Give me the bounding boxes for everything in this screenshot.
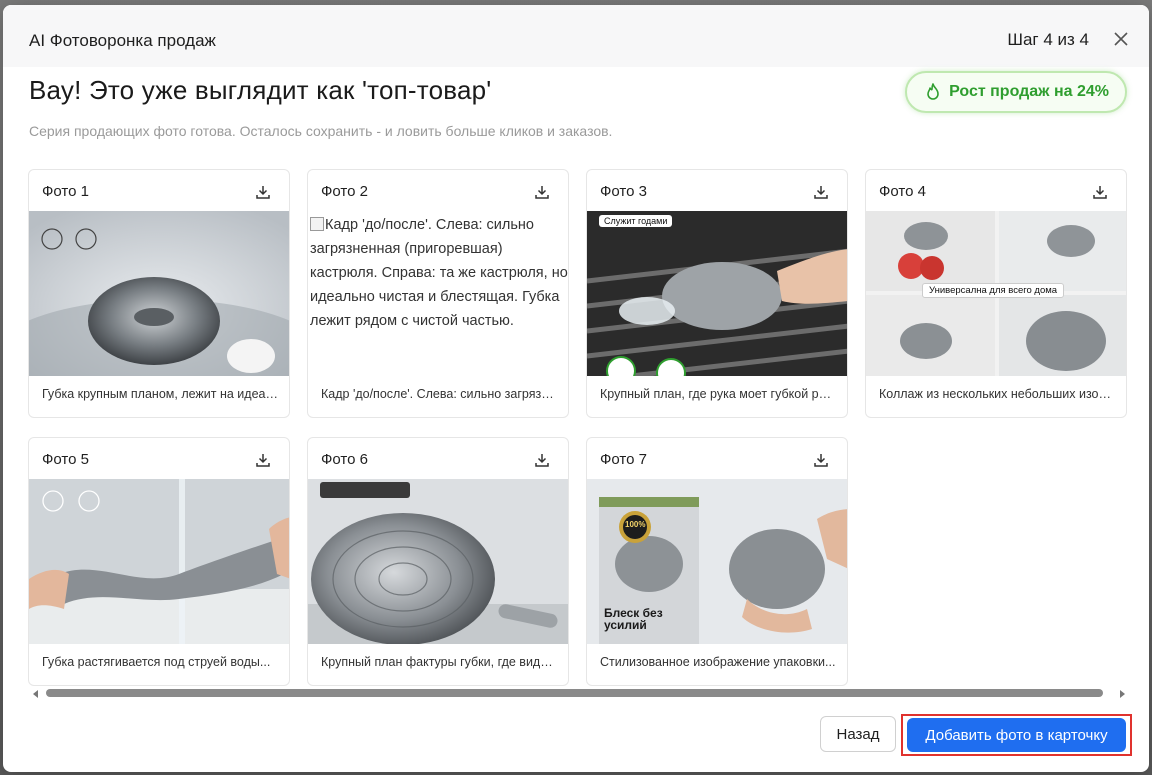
photo-funnel-dialog: AI Фотоворонка продаж Шаг 4 из 4 Вау! Эт… [3,5,1149,772]
photo-image-broken[interactable]: Кадр 'до/после'. Слева: сильно загрязнен… [308,211,568,376]
photo-card-4[interactable]: Фото 4 Универсална для всего дома Коллаж… [865,169,1127,418]
photo-overlay-label: Служит годами [599,215,673,227]
photo-gallery: Фото 1 Губка крупным планом, лежит на ид… [28,169,1128,689]
photo-image[interactable] [308,479,568,644]
photo-title: Фото 5 [42,451,89,468]
download-icon [1093,186,1107,199]
photo-alt-text: Кадр 'до/после'. Слева: сильно загрязнен… [310,217,568,329]
download-icon [256,186,270,199]
dialog-header: AI Фотоворонка продаж Шаг 4 из 4 [3,5,1149,67]
download-button[interactable] [811,450,831,470]
photo-image[interactable] [29,211,289,376]
photo-overlay-label: Универсална для всего дома [922,283,1065,298]
download-button[interactable] [253,182,273,202]
close-icon [1114,32,1128,46]
photo-title: Фото 4 [879,183,926,200]
download-button[interactable] [1090,182,1110,202]
download-button[interactable] [811,182,831,202]
download-icon [814,454,828,467]
photo-card-7[interactable]: Фото 7 100% Блеск без усилий Стилизованн… [586,437,848,686]
download-icon [535,454,549,467]
broken-image-icon [310,217,324,231]
download-button[interactable] [532,450,552,470]
photo-card-5[interactable]: Фото 5 Губка растягивается под струей во… [28,437,290,686]
close-button[interactable] [1109,27,1133,51]
page-headline: Вау! Это уже выглядит как 'топ-товар' [29,75,492,105]
photo-title: Фото 3 [600,183,647,200]
back-button[interactable]: Назад [820,716,896,752]
photo-image[interactable] [29,479,289,644]
photo-caption: Кадр 'до/после'. Слева: сильно загрязнен… [321,387,557,401]
photo-caption: Коллаж из нескольких небольших изображен… [879,387,1115,401]
photo-seal: 100% [625,520,646,529]
download-button[interactable] [532,182,552,202]
photo-title: Фото 1 [42,183,89,200]
add-photos-to-card-button[interactable]: Добавить фото в карточку [907,718,1126,752]
scroll-right-arrow-icon[interactable] [1120,690,1125,698]
photo-caption: Губка растягивается под струей воды... [42,655,271,669]
photo-card-3[interactable]: Фото 3 Служит годами Крупный план, где р… [586,169,848,418]
sales-growth-text: Рост продаж на 24% [949,83,1109,100]
photo-card-2[interactable]: Фото 2 Кадр 'до/после'. Слева: сильно за… [307,169,569,418]
photo-image[interactable]: 100% Блеск без усилий [587,479,847,644]
flame-icon [927,83,939,100]
dialog-title: AI Фотоворонка продаж [29,31,216,50]
photo-caption: Крупный план, где рука моет губкой решет… [600,387,836,401]
photo-image[interactable]: Универсална для всего дома [866,211,1126,376]
step-indicator: Шаг 4 из 4 [1007,30,1089,49]
photo-card-6[interactable]: Фото 6 Крупный план фактуры губки, где в… [307,437,569,686]
download-icon [814,186,828,199]
photo-title: Фото 7 [600,451,647,468]
sales-growth-badge: Рост продаж на 24% [905,71,1127,113]
photo-image[interactable]: Служит годами [587,211,847,376]
gallery-horizontal-scrollbar[interactable] [28,688,1128,702]
scroll-left-arrow-icon[interactable] [33,690,38,698]
download-icon [535,186,549,199]
photo-caption: Стилизованное изображение упаковки... [600,655,836,669]
download-icon [256,454,270,467]
photo-overlay-label: Блеск без усилий [604,606,663,632]
photo-title: Фото 2 [321,183,368,200]
download-button[interactable] [253,450,273,470]
page-subtitle: Серия продающих фото готова. Осталось со… [29,123,613,139]
scrollbar-thumb[interactable] [46,689,1103,697]
photo-title: Фото 6 [321,451,368,468]
photo-caption: Губка крупным планом, лежит на идеально … [42,387,278,401]
photo-card-1[interactable]: Фото 1 Губка крупным планом, лежит на ид… [28,169,290,418]
photo-caption: Крупный план фактуры губки, где видна... [321,655,557,669]
